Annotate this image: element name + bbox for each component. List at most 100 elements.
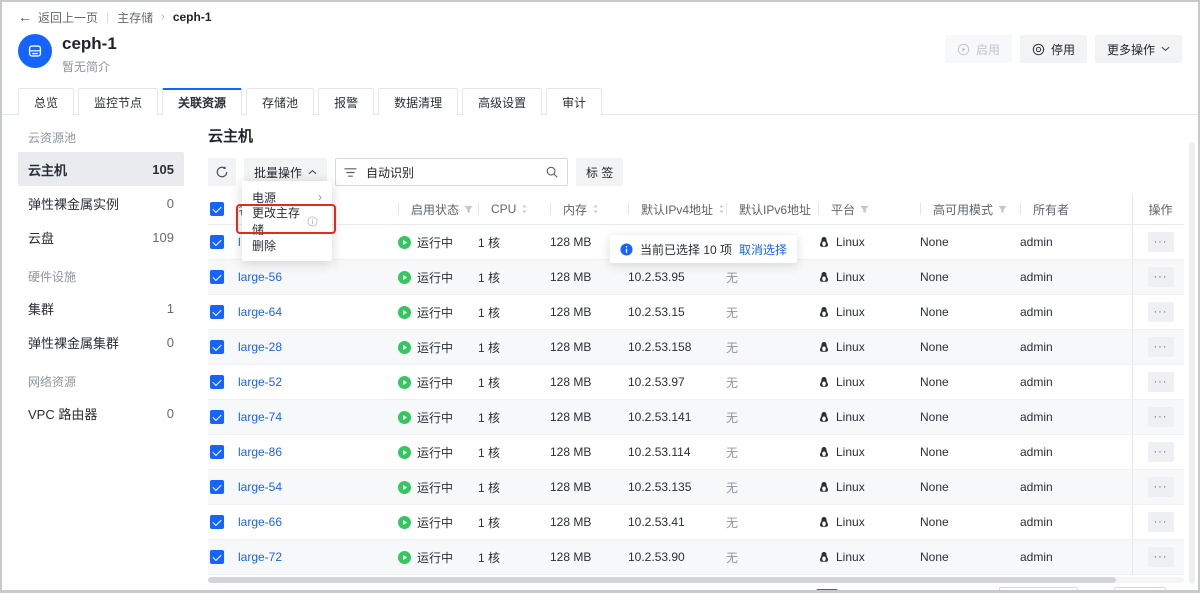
vm-name-link[interactable]: large-72 (238, 550, 282, 564)
vertical-scrollbar[interactable] (1189, 142, 1195, 584)
tab-3[interactable]: 关联资源 (162, 88, 242, 115)
row-checkbox[interactable] (210, 340, 224, 354)
row-checkbox[interactable] (210, 410, 224, 424)
row-checkbox[interactable] (210, 305, 224, 319)
storage-avatar (18, 34, 52, 68)
row-actions-button[interactable]: ··· (1148, 337, 1174, 357)
vm-name-link[interactable]: large-86 (238, 445, 282, 459)
tab-1[interactable]: 总览 (18, 88, 74, 115)
page-button-3[interactable]: 3 (844, 589, 866, 593)
platform-cell: Linux (818, 305, 920, 319)
linux-platform-icon (818, 446, 830, 458)
jump-page-input[interactable] (1114, 587, 1166, 593)
owner-cell: admin (1020, 445, 1132, 459)
page-button-2[interactable]: 2 (816, 589, 838, 593)
vm-name-link[interactable]: large-52 (238, 375, 282, 389)
row-checkbox[interactable] (210, 480, 224, 494)
more-actions-button[interactable]: 更多操作 (1095, 35, 1182, 63)
select-all-checkbox[interactable] (210, 202, 224, 216)
ipv4-value: 10.2.53.141 (628, 410, 691, 424)
row-checkbox-cell (208, 340, 238, 354)
breadcrumb-section[interactable]: 主存储 (117, 9, 153, 26)
page-size-select[interactable]: 10 项/页 (999, 587, 1078, 593)
sidebar-item[interactable]: 云盘109 (18, 220, 184, 254)
menu-item-change-primary-storage[interactable]: 更改主存储 (242, 209, 332, 233)
row-actions-button[interactable]: ··· (1148, 442, 1174, 462)
sidebar-item[interactable]: 集群1 (18, 291, 184, 325)
vm-name-link[interactable]: large-28 (238, 340, 282, 354)
filter-icon[interactable] (463, 204, 474, 215)
page-button-1[interactable]: 1 (788, 589, 810, 593)
row-actions-button[interactable]: ··· (1148, 512, 1174, 532)
sidebar-item[interactable]: 云主机105 (18, 152, 184, 186)
row-checkbox[interactable] (210, 375, 224, 389)
row-actions-button[interactable]: ··· (1148, 477, 1174, 497)
row-checkbox[interactable] (210, 550, 224, 564)
memory-cell: 128 MB (550, 410, 628, 424)
platform-cell: Linux (818, 270, 920, 284)
row-actions-button[interactable]: ··· (1148, 372, 1174, 392)
ipv4-cell: 10.2.53.97 (628, 375, 726, 389)
filter-icon[interactable] (859, 204, 870, 215)
row-actions-button[interactable]: ··· (1148, 302, 1174, 322)
page-button-4[interactable]: 4 (872, 589, 894, 593)
selection-banner: 当前已选择 10 项 取消选择 (610, 235, 797, 263)
platform-cell: Linux (818, 375, 920, 389)
refresh-button[interactable] (208, 158, 236, 186)
row-actions-button[interactable]: ··· (1148, 267, 1174, 287)
row-checkbox[interactable] (210, 270, 224, 284)
row-actions-button[interactable]: ··· (1148, 547, 1174, 567)
platform-badge: Linux (818, 445, 865, 459)
column-header: 操作 (1132, 194, 1188, 224)
row-checkbox[interactable] (210, 515, 224, 529)
memory-value: 128 MB (550, 340, 591, 354)
sort-icon[interactable] (591, 203, 600, 215)
header-actions: 启用 停用 更多操作 (945, 34, 1182, 63)
enable-button[interactable]: 启用 (945, 35, 1012, 63)
sidebar-section-title: 云资源池 (18, 115, 184, 152)
sidebar-item[interactable]: VPC 路由器0 (18, 396, 184, 430)
tab-2[interactable]: 监控节点 (78, 88, 158, 115)
tab-7[interactable]: 高级设置 (462, 88, 542, 115)
selection-message: 当前已选择 10 项 (640, 241, 732, 258)
vm-name-link[interactable]: large-74 (238, 410, 282, 424)
row-checkbox[interactable] (210, 235, 224, 249)
vm-name-link[interactable]: large-56 (238, 270, 282, 284)
ha-cell: None (920, 445, 1020, 459)
sort-icon[interactable] (717, 203, 726, 215)
row-actions-button[interactable]: ··· (1148, 232, 1174, 252)
info-icon (620, 243, 633, 256)
tag-button[interactable]: 标 签 (576, 158, 623, 186)
page-button-11[interactable]: 11 (956, 589, 978, 593)
sort-icon[interactable] (520, 203, 529, 215)
table-row: large-54运行中1 核128 MB10.2.53.135无LinuxNon… (208, 470, 1184, 505)
running-status-icon (398, 376, 411, 389)
vm-name-link[interactable]: large-54 (238, 480, 282, 494)
horizontal-scrollbar[interactable] (208, 577, 1184, 583)
actions-cell: ··· (1132, 470, 1188, 504)
vm-name-link[interactable]: l (238, 235, 241, 249)
back-link[interactable]: ← 返回上一页 (18, 9, 98, 26)
search-icon[interactable] (545, 165, 559, 179)
tab-8[interactable]: 审计 (546, 88, 602, 115)
clear-selection-link[interactable]: 取消选择 (739, 241, 787, 258)
tab-5[interactable]: 报警 (318, 88, 374, 115)
linux-platform-icon (818, 306, 830, 318)
tab-4[interactable]: 存储池 (246, 88, 314, 115)
tab-6[interactable]: 数据清理 (378, 88, 458, 115)
search-input[interactable] (364, 164, 538, 180)
cpu-cell: 1 核 (478, 514, 550, 531)
sidebar-item[interactable]: 弹性裸金属集群0 (18, 325, 184, 359)
vm-name-link[interactable]: large-64 (238, 305, 282, 319)
filter-icon[interactable] (997, 204, 1008, 215)
sidebar-item-count: 109 (152, 230, 174, 245)
row-actions-button[interactable]: ··· (1148, 407, 1174, 427)
sidebar-item[interactable]: 弹性裸金属实例0 (18, 186, 184, 220)
horizontal-scrollbar-thumb[interactable] (208, 577, 1116, 583)
disable-button[interactable]: 停用 (1020, 35, 1087, 63)
ipv4-value: 10.2.53.90 (628, 550, 685, 564)
page-button-5[interactable]: 5 (900, 589, 922, 593)
row-checkbox[interactable] (210, 445, 224, 459)
vm-name-link[interactable]: large-66 (238, 515, 282, 529)
status-cell: 运行中 (398, 304, 478, 321)
